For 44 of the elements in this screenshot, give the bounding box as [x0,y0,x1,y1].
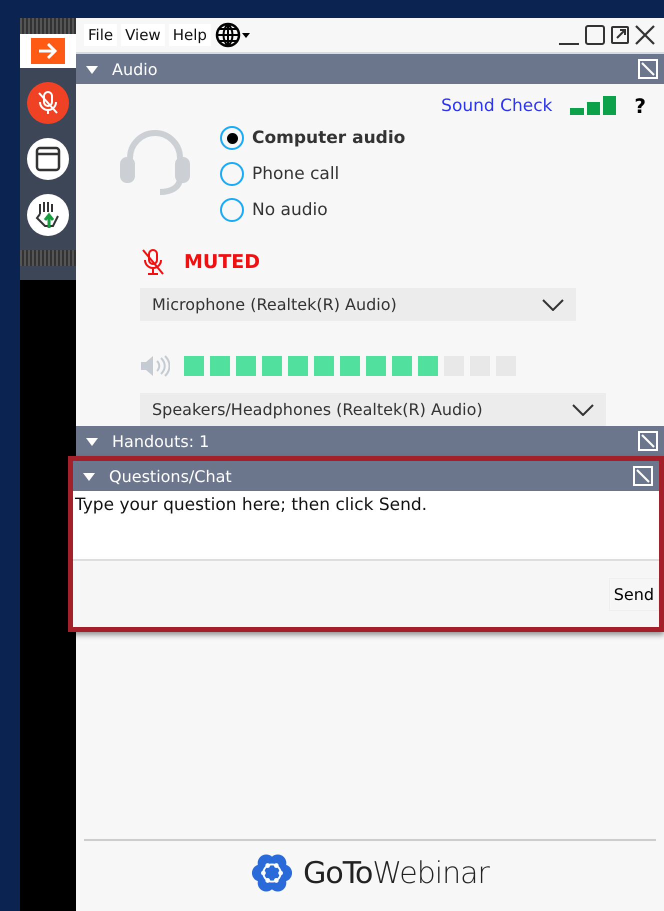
section-title[interactable]: Audio [112,60,624,78]
speakers-dropdown[interactable]: Speakers/Headphones (Realtek(R) Audio) [140,393,606,426]
question-field[interactable]: Type your question here; then click Send. [73,491,659,561]
mic-status: MUTED [184,251,260,273]
collapse-icon[interactable] [86,64,98,74]
maximize-icon[interactable] [584,24,606,46]
arrow-button[interactable] [20,34,76,68]
send-button[interactable]: Send [608,578,659,610]
radio-label[interactable]: No audio [252,200,328,220]
window-button[interactable] [27,138,69,180]
grip-handle[interactable] [20,250,76,266]
signal-icon [570,96,616,116]
radio-button[interactable] [220,162,244,186]
sound-check-link[interactable]: Sound Check [441,96,552,116]
menu-item[interactable]: File [84,24,118,46]
popout-icon[interactable] [638,431,658,451]
mute-button[interactable] [27,82,69,124]
chevron-down-icon [572,404,594,416]
radio-label[interactable]: Phone call [252,164,340,184]
raise-hand-button[interactable] [27,194,69,236]
menu-item[interactable]: View [121,24,165,46]
flower-logo-icon [251,852,294,894]
close-icon[interactable] [634,24,656,46]
popout-icon[interactable] [638,59,658,79]
grip-handle[interactable] [20,18,76,34]
microphone-dropdown[interactable]: Microphone (Realtek(R) Audio) [140,288,576,321]
chevron-down-icon [542,298,564,310]
radio-button[interactable] [220,198,244,222]
brand-logo: GoToWebinar [303,856,489,890]
popout-icon[interactable] [633,466,653,486]
menu-item[interactable]: Help [168,24,211,46]
collapse-icon[interactable] [83,472,95,482]
radio-button[interactable] [220,126,244,150]
language-icon[interactable] [214,22,251,48]
section-title[interactable]: Handouts: 1 [112,432,624,450]
speaker-icon [140,355,170,377]
muted-microphone-icon [36,90,60,116]
popout-window-icon[interactable] [610,25,630,45]
collapse-icon[interactable] [86,436,98,446]
help-button[interactable]: ? [634,94,646,118]
radio-label[interactable]: Computer audio [252,128,406,148]
muted-microphone-icon [140,248,166,276]
section-title[interactable]: Questions/Chat [109,466,619,486]
window-icon [35,146,61,172]
